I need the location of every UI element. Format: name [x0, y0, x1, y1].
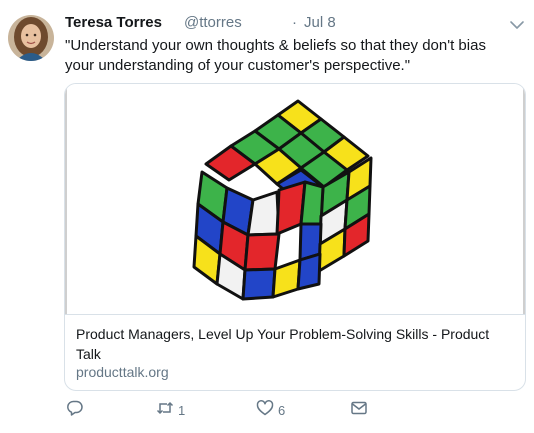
envelope-icon: [350, 399, 368, 422]
direct-message-button[interactable]: [350, 400, 368, 420]
retweet-count: 1: [178, 402, 186, 418]
author-name[interactable]: Teresa Torres: [65, 14, 162, 31]
rubiks-cube-image: [192, 99, 373, 301]
retweet-button[interactable]: 1: [156, 400, 185, 420]
link-card[interactable]: Product Managers, Level Up Your Problem-…: [64, 83, 526, 391]
avatar-photo: [8, 15, 54, 61]
retweet-icon: [156, 399, 174, 422]
card-image: [65, 84, 525, 315]
like-button[interactable]: 6: [256, 399, 286, 422]
reply-icon: [66, 399, 84, 422]
card-domain: producttalk.org: [76, 364, 169, 380]
like-count: 6: [278, 402, 286, 418]
chevron-down-icon[interactable]: [508, 16, 526, 34]
meta-separator: ·: [292, 14, 297, 31]
tweet-date[interactable]: Jul 8: [304, 14, 336, 31]
heart-icon: [256, 399, 274, 422]
card-title: Product Managers, Level Up Your Problem-…: [76, 326, 490, 362]
tweet-text: "Understand your own thoughts & beliefs …: [65, 37, 486, 74]
author-handle[interactable]: @ttorres: [184, 14, 242, 31]
avatar[interactable]: [8, 15, 54, 61]
reply-button[interactable]: [66, 400, 88, 420]
